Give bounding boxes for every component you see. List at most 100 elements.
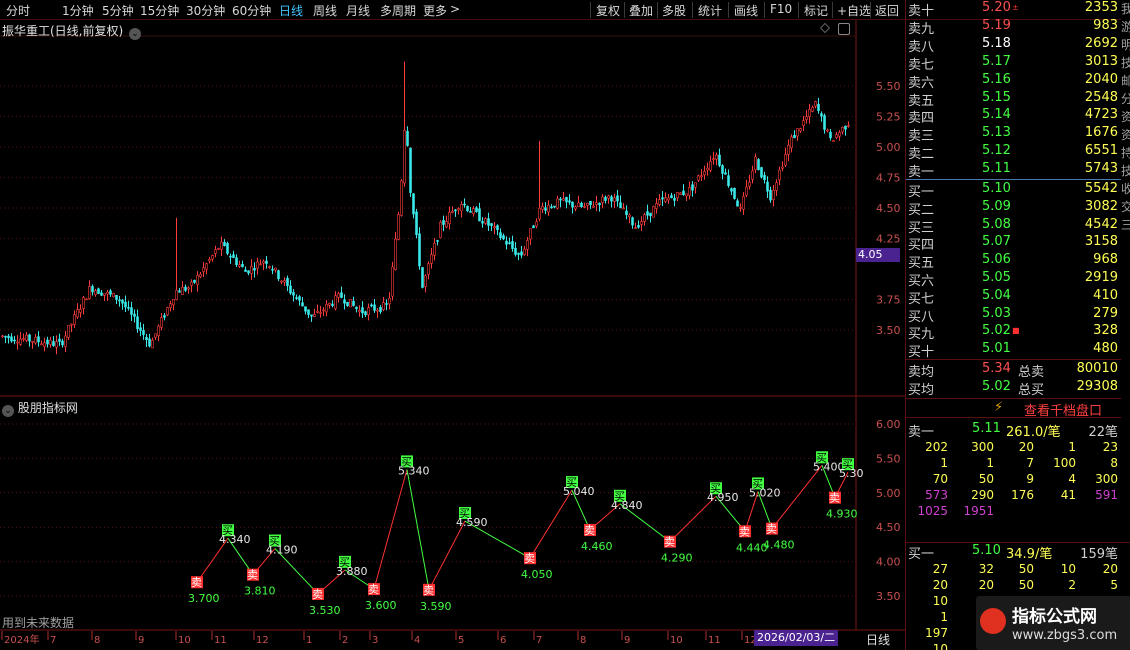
date-tick-label: 6 [500, 635, 506, 646]
bid-average-row: 买均 5.02 总买 29308 [906, 379, 1130, 398]
level-price: 5.08 [982, 216, 1011, 232]
candle-body [13, 339, 16, 342]
candle-body [271, 268, 274, 271]
date-tick-label: 11 [708, 635, 721, 646]
bid-level-row[interactable]: 买一 5.10 5542 [906, 181, 1130, 200]
price-tick-label: 3.50 [876, 324, 901, 337]
candle-body [610, 196, 613, 202]
level-price: 5.12 [982, 143, 1011, 159]
queue-cell: 20 [1018, 440, 1034, 454]
zigzag-segment [373, 469, 408, 590]
price-tick-label: 5.25 [876, 111, 901, 124]
kline-chart[interactable]: 5.50 5.25 5.00 4.75 4.50 4.25 3.75 3.50 6.00 5.5… [0, 0, 905, 650]
ask-level-row[interactable]: 卖四 5.14 4723 [906, 107, 1130, 126]
queue-cell: 202 [925, 440, 948, 454]
queue-cell: 100 [1053, 456, 1076, 470]
chevron-down-icon[interactable]: ⌄ [129, 28, 142, 40]
signal-price-label: 3.810 [244, 585, 276, 598]
bid-level-row[interactable]: 买五 5.06 968 [906, 252, 1130, 271]
ask-level-row[interactable]: 卖六 5.16 2040 [906, 71, 1130, 91]
candle-body [847, 125, 850, 127]
divider [906, 359, 1121, 360]
candle-body [217, 248, 220, 250]
bid-level-row[interactable]: 买六 5.05 2919 [906, 270, 1130, 289]
level-price: 5.14 [982, 107, 1011, 123]
candle-body [166, 307, 169, 316]
bid-level-row[interactable]: 买四 5.07 3158 [906, 234, 1130, 253]
queue-row: 1 1 7 100 8 [906, 456, 1130, 472]
candle-body [535, 221, 538, 227]
side-strip-char: 邮 [1121, 74, 1130, 88]
candle-body [436, 240, 439, 242]
depth-button[interactable]: ⚡ 查看千档盘口 [906, 398, 1121, 419]
candle-body [73, 314, 76, 325]
window-icon[interactable] [838, 23, 850, 35]
signal-price-label: 4.050 [521, 568, 553, 581]
candle-body [208, 259, 211, 262]
candle-body [46, 339, 49, 345]
side-info-strip[interactable]: 我游明技邮分资资持技收交三 [1121, 0, 1130, 395]
candle-body [184, 286, 187, 291]
ask-level-row[interactable]: 卖八 5.18 2692 [906, 36, 1130, 55]
buy1-amount: 34.9/笔 [1006, 547, 1053, 562]
queue-cell: 32 [978, 562, 994, 576]
candle-body [343, 299, 346, 304]
candle-body [649, 212, 652, 216]
side-strip-char: 三 [1121, 218, 1130, 232]
candle-body [190, 281, 193, 286]
ask-level-row[interactable]: 卖五 5.15 2548 [906, 90, 1130, 109]
candle-body [181, 287, 184, 295]
level-price: 5.09 [982, 198, 1011, 214]
candle-body [490, 223, 493, 226]
candle-body [622, 207, 625, 210]
level-volume: 2040 [1084, 71, 1118, 87]
price-tick-label: 5.00 [876, 141, 901, 154]
period-label[interactable]: 日线 [866, 631, 890, 648]
ask-level-row[interactable]: 卖一 5.11 5743 [906, 161, 1130, 180]
ask-level-row[interactable]: 卖二 5.12 6551 [906, 143, 1130, 163]
level-price: 5.13 [982, 125, 1011, 141]
spread-divider [906, 179, 1121, 180]
candle-body [277, 270, 280, 280]
candle-body [379, 307, 382, 312]
candle-body [658, 199, 661, 205]
candle-body [790, 136, 793, 149]
candle-body [772, 189, 775, 200]
ask-level-row[interactable]: 卖九 5.19 983 [906, 18, 1130, 37]
queue-row: 27 32 50 10 20 [906, 562, 1130, 578]
candle-body [496, 225, 499, 231]
signal-price-label: 3.530 [309, 604, 341, 617]
candle-body [784, 153, 787, 166]
candle-body [640, 221, 643, 225]
bid-level-row[interactable]: 买九 5.02 328 ■ [906, 323, 1130, 342]
candle-body [37, 336, 40, 343]
candle-body [172, 298, 175, 306]
level-volume: 328 [1093, 323, 1118, 339]
indicator-tick-label: 6.00 [876, 418, 901, 431]
level-label: 卖二 [908, 147, 935, 163]
queue-cell: 1025 [917, 504, 948, 518]
ask-level-row[interactable]: 卖七 5.17 3013 [906, 54, 1130, 73]
bid-level-row[interactable]: 买十 5.01 480 [906, 341, 1130, 360]
candle-body [364, 311, 367, 316]
total-buy-label: 总买 [1018, 383, 1045, 398]
sell1-price: 5.11 [972, 421, 1001, 436]
candle-body [724, 172, 727, 175]
total-sell-label: 总卖 [1018, 365, 1045, 380]
candle-body [241, 263, 244, 268]
candle-body [445, 221, 448, 228]
candle-body [481, 221, 484, 224]
queue-cell: 4 [1068, 472, 1076, 486]
ask-level-row[interactable]: 卖三 5.13 1676 [906, 125, 1130, 144]
bid-level-row[interactable]: 买七 5.04 410 [906, 288, 1130, 307]
queue-cell: 197 [925, 626, 948, 640]
bid-level-row[interactable]: 买八 5.03 279 [906, 306, 1130, 325]
sell1-amount: 261.0/笔 [1006, 425, 1061, 440]
candle-body [289, 285, 292, 294]
ask-level-row[interactable]: 卖十 5.20 2353 ± [906, 0, 1130, 19]
bid-level-row[interactable]: 买二 5.09 3082 [906, 198, 1130, 218]
candle-body [76, 309, 79, 318]
bid-level-row[interactable]: 买三 5.08 4542 [906, 216, 1130, 236]
side-strip-char: 资 [1121, 110, 1130, 124]
chevron-down-icon[interactable]: ⌄ [2, 405, 14, 417]
